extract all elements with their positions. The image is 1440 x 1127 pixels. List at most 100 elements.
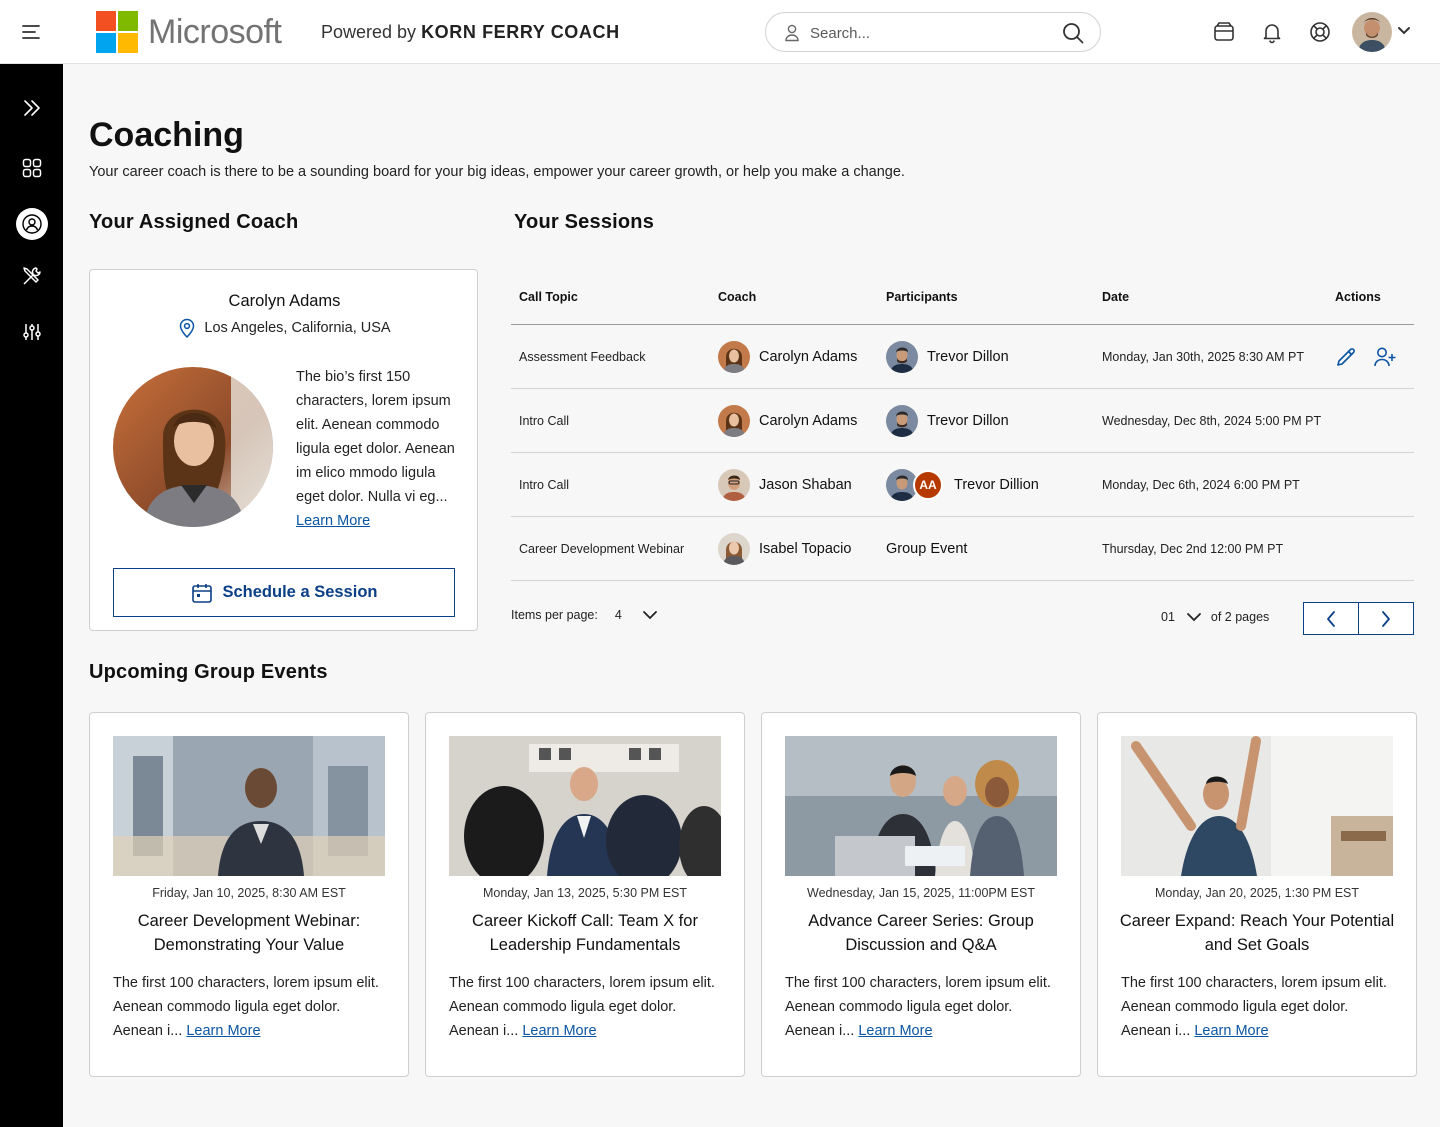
call-topic: Intro Call (519, 414, 570, 428)
participant-cell: AA Trevor Dillion (886, 453, 1039, 517)
coach-avatar (718, 469, 750, 501)
page-selector: 01 of 2 pages (1161, 610, 1270, 624)
coach-cell: Carolyn Adams (718, 389, 857, 453)
help-lifebuoy-icon[interactable] (1308, 20, 1332, 44)
coach-cell: Isabel Topacio (718, 517, 851, 581)
current-page-select[interactable]: 01 (1161, 610, 1175, 624)
call-topic: Intro Call (519, 478, 570, 492)
event-learn-more-link[interactable]: Learn More (1194, 1023, 1268, 1039)
participant-cell: Group Event (886, 541, 968, 557)
event-image (1121, 736, 1393, 876)
event-description: The first 100 characters, lorem ipsum el… (113, 975, 379, 1039)
coach-learn-more-link[interactable]: Learn More (296, 513, 370, 529)
participant-avatar (886, 405, 918, 437)
table-row[interactable]: Intro Call Carolyn Adams Trevor Dillon W… (511, 389, 1414, 453)
user-avatar[interactable] (1352, 12, 1392, 52)
column-header-call-topic[interactable]: Call Topic (519, 290, 578, 304)
chevron-down-icon[interactable] (1186, 612, 1202, 622)
search-icon[interactable] (1062, 22, 1084, 44)
event-learn-more-link[interactable]: Learn More (186, 1023, 260, 1039)
location-pin-icon (180, 318, 195, 338)
event-title: Advance Career Series: Group Discussion … (808, 912, 1034, 954)
event-image (785, 736, 1057, 876)
participant-cell: Trevor Dillon (886, 389, 1009, 453)
coach-photo (113, 367, 273, 527)
coach-cell: Carolyn Adams (718, 325, 857, 389)
chevron-down-icon[interactable] (642, 610, 658, 620)
session-date: Monday, Dec 6th, 2024 6:00 PM PT (1102, 478, 1300, 492)
event-title: Career Development Webinar: Demonstratin… (137, 912, 361, 954)
event-learn-more-link[interactable]: Learn More (522, 1023, 596, 1039)
session-date: Monday, Jan 30th, 2025 8:30 AM PT (1102, 350, 1304, 364)
coach-card: Carolyn Adams Los Angeles, California, U… (89, 269, 478, 631)
call-topic: Assessment Feedback (519, 350, 646, 364)
chevron-right-icon (1382, 610, 1390, 627)
edit-pencil-icon[interactable] (1335, 346, 1357, 368)
event-description: The first 100 characters, lorem ipsum el… (1121, 975, 1387, 1039)
table-row[interactable]: Career Development Webinar Isabel Topaci… (511, 517, 1414, 581)
dashboard-icon[interactable] (16, 152, 48, 184)
coaching-icon[interactable] (16, 208, 48, 240)
chevron-left-icon (1327, 610, 1335, 627)
event-date: Monday, Jan 13, 2025, 5:30 PM EST (482, 886, 688, 900)
page-subtitle: Your career coach is there to be a sound… (89, 164, 905, 180)
powered-by: Powered by KORN FERRY COACH (321, 22, 620, 42)
event-description: The first 100 characters, lorem ipsum el… (785, 975, 1051, 1039)
bell-icon[interactable] (1260, 20, 1284, 44)
menu-icon[interactable] (21, 23, 41, 41)
event-image (113, 736, 385, 876)
coach-bio: The bio’s first 150 characters, lorem ip… (296, 369, 455, 529)
event-title: Career Kickoff Call: Team X for Leadersh… (472, 912, 698, 954)
chevron-down-icon[interactable] (1397, 26, 1411, 36)
table-row[interactable]: Assessment Feedback Carolyn Adams Trevor… (511, 325, 1414, 389)
coach-avatar (718, 533, 750, 565)
event-description: The first 100 characters, lorem ipsum el… (449, 975, 715, 1039)
call-topic: Career Development Webinar (519, 542, 685, 556)
schedule-session-button[interactable]: Schedule a Session (113, 568, 455, 617)
event-date: Wednesday, Jan 15, 2025, 11:00PM EST (807, 886, 1035, 900)
top-bar: Microsoft Powered by KORN FERRY COACH (0, 0, 1440, 64)
search-input[interactable] (810, 21, 1050, 45)
settings-sliders-icon[interactable] (16, 316, 48, 348)
tools-icon[interactable] (16, 260, 48, 292)
coach-location: Los Angeles, California, USA (90, 318, 479, 338)
wallet-icon[interactable] (1212, 20, 1236, 44)
microsoft-logo (96, 11, 138, 53)
sidebar (0, 64, 63, 1127)
column-header-participants[interactable]: Participants (886, 290, 958, 304)
session-date: Thursday, Dec 2nd 12:00 PM PT (1102, 542, 1284, 556)
table-row[interactable]: Intro Call Jason Shaban AA Trevor Dillio… (511, 453, 1414, 517)
expand-icon[interactable] (16, 92, 48, 124)
group-events-heading: Upcoming Group Events (89, 661, 328, 683)
sessions-heading: Your Sessions (514, 211, 655, 233)
page-title: Coaching (89, 116, 244, 154)
coach-avatar (718, 341, 750, 373)
event-card[interactable]: Wednesday, Jan 15, 2025, 11:00PM EST Adv… (761, 712, 1081, 1077)
column-header-coach[interactable]: Coach (718, 290, 756, 304)
items-per-page: Items per page: 4 (511, 608, 658, 622)
event-card[interactable]: Friday, Jan 10, 2025, 8:30 AM EST Career… (89, 712, 409, 1077)
coach-name: Carolyn Adams (228, 292, 341, 310)
participant-initials-badge: AA (913, 470, 943, 500)
event-card[interactable]: Monday, Jan 13, 2025, 5:30 PM EST Career… (425, 712, 745, 1077)
event-date: Monday, Jan 20, 2025, 1:30 PM EST (1154, 886, 1360, 900)
brand-name: Microsoft (148, 13, 282, 51)
items-per-page-select[interactable]: 4 (615, 608, 622, 622)
participant-cell: Trevor Dillon (886, 325, 1009, 389)
previous-page-button[interactable] (1303, 602, 1359, 635)
user-icon (785, 24, 799, 42)
event-learn-more-link[interactable]: Learn More (858, 1023, 932, 1039)
event-card[interactable]: Monday, Jan 20, 2025, 1:30 PM EST Career… (1097, 712, 1417, 1077)
event-image (449, 736, 721, 876)
search-box[interactable] (765, 12, 1101, 52)
participant-avatar (886, 341, 918, 373)
calendar-icon (191, 583, 212, 603)
assigned-coach-heading: Your Assigned Coach (89, 211, 299, 233)
event-date: Friday, Jan 10, 2025, 8:30 AM EST (152, 886, 346, 900)
next-page-button[interactable] (1358, 602, 1414, 635)
coach-avatar (718, 405, 750, 437)
coach-cell: Jason Shaban (718, 453, 852, 517)
session-date: Wednesday, Dec 8th, 2024 5:00 PM PT (1102, 414, 1322, 428)
add-participant-icon[interactable] (1373, 346, 1397, 368)
column-header-date[interactable]: Date (1102, 290, 1129, 304)
